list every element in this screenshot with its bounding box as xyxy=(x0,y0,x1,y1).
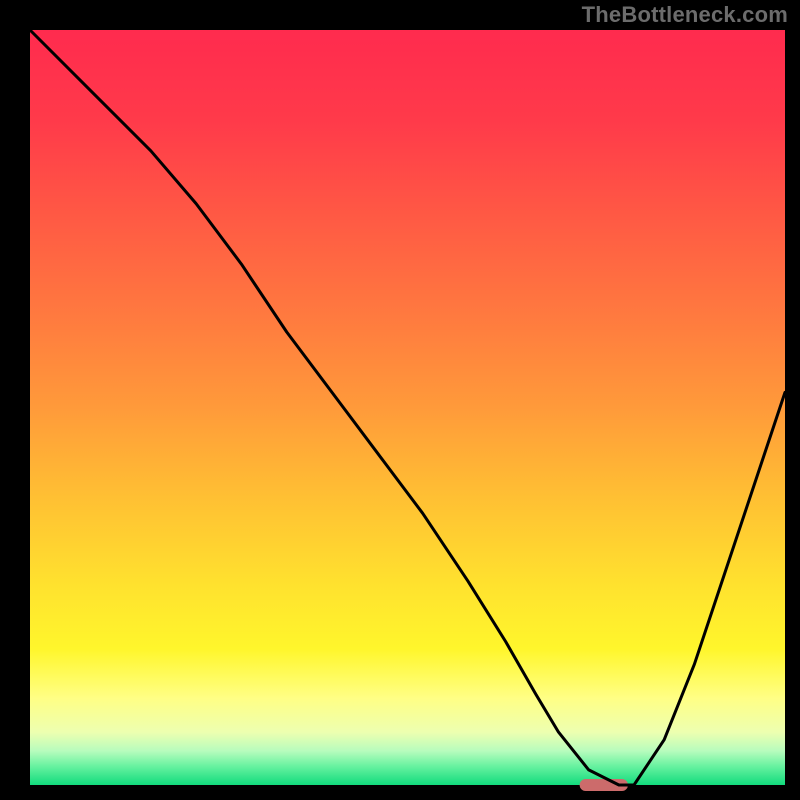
watermark-attribution: TheBottleneck.com xyxy=(582,2,788,28)
bottleneck-chart xyxy=(0,0,800,800)
